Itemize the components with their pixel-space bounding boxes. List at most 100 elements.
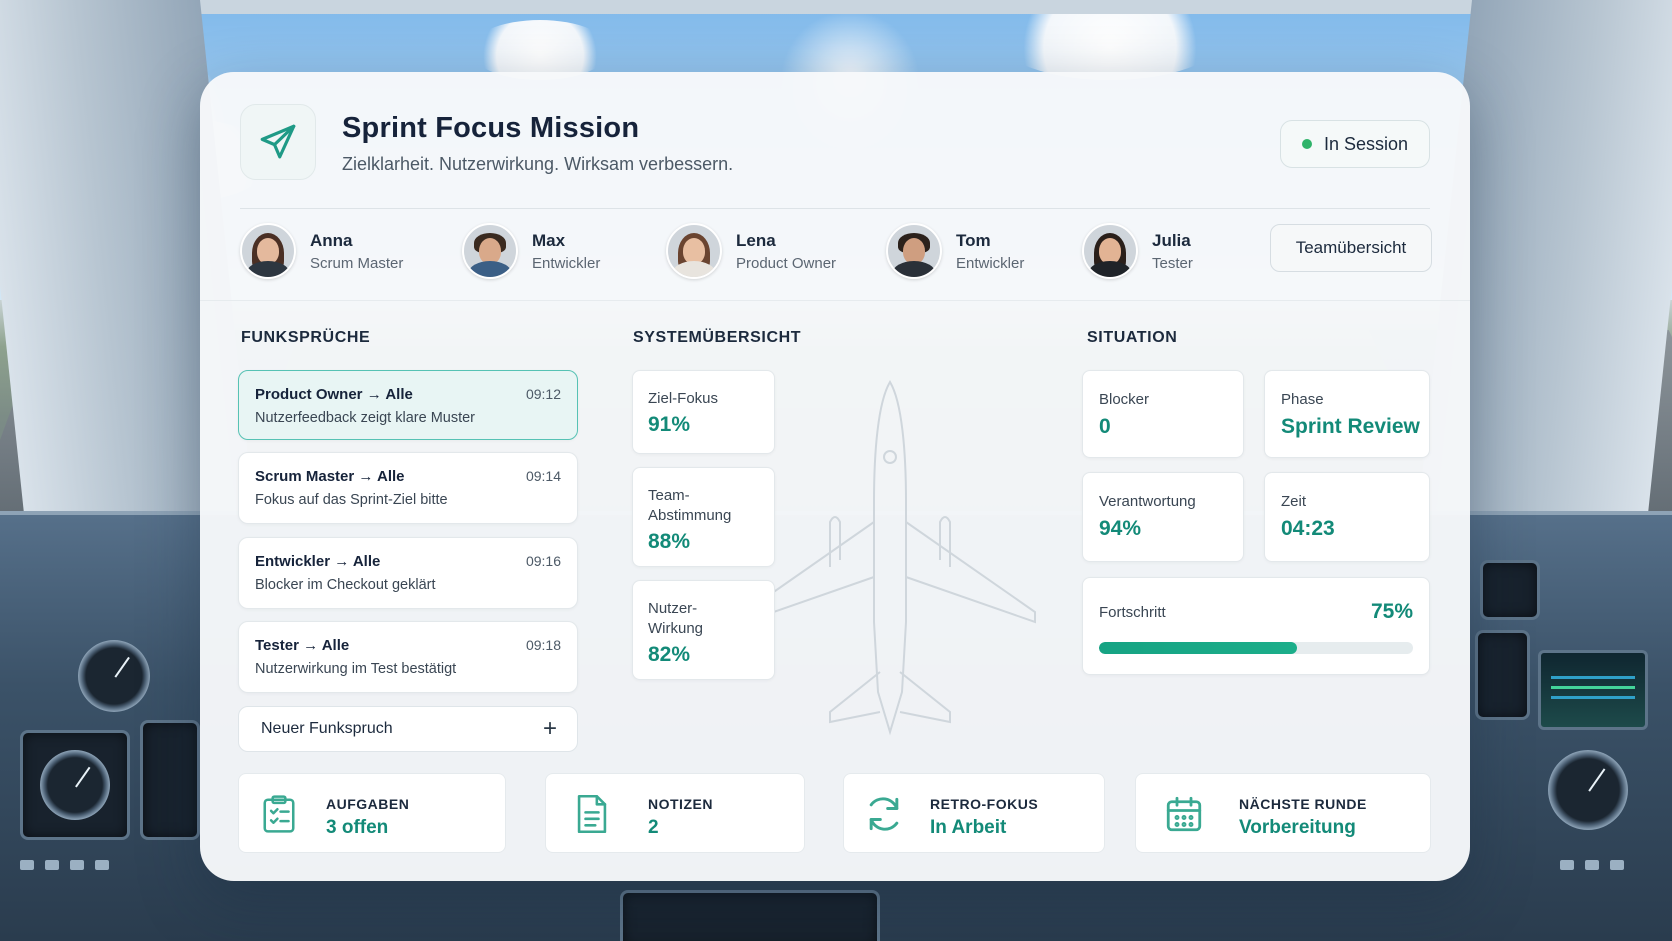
progress-card[interactable]: Fortschritt 75% (1082, 577, 1430, 675)
avatar (1082, 223, 1138, 279)
message-header: Scrum Master → Alle (255, 468, 405, 485)
avatar (886, 223, 942, 279)
metric-value: 88% (648, 530, 691, 553)
radio-message[interactable]: Tester → Alle 09:18 Nutzerwirkung im Tes… (238, 621, 578, 693)
new-message-button[interactable]: Neuer Funkspruch + (238, 706, 578, 752)
metric-card-ziel-fokus[interactable]: Ziel-Fokus 91% (632, 370, 775, 454)
team-member-max[interactable]: Max Entwickler (462, 223, 600, 279)
arrow-icon: → (303, 637, 319, 654)
situation-label: Blocker (1099, 391, 1150, 408)
plus-icon: + (542, 715, 557, 742)
radio-message[interactable]: Scrum Master → Alle 09:14 Fokus auf das … (238, 452, 578, 524)
member-name: Lena (736, 230, 776, 250)
calendar-icon (1162, 792, 1206, 836)
message-text: Nutzerfeedback zeigt klare Muster (255, 410, 476, 426)
situation-value: 94% (1099, 517, 1142, 540)
tile-value: 2 (648, 817, 659, 838)
message-from: Tester (255, 637, 299, 654)
clipboard-icon (257, 792, 301, 836)
airplane-outline-icon (744, 380, 1036, 736)
tile-aufgaben[interactable]: AUFGABEN 3 offen (238, 773, 506, 853)
metric-card-team-abstimmung[interactable]: Team- Abstimmung 88% (632, 467, 775, 567)
message-to: Alle (321, 637, 350, 654)
message-header: Entwickler → Alle (255, 553, 380, 570)
metric-label: Nutzer- Wirkung (648, 600, 704, 637)
tile-notizen[interactable]: NOTIZEN 2 (545, 773, 805, 853)
message-text: Nutzerwirkung im Test bestätigt (255, 661, 457, 677)
message-header: Product Owner → Alle (255, 386, 413, 403)
tile-label: RETRO-FOKUS (930, 796, 1039, 812)
metric-label: Team- Abstimmung (648, 487, 732, 524)
new-message-label: Neuer Funkspruch (261, 720, 393, 737)
team-member-lena[interactable]: Lena Product Owner (666, 223, 836, 279)
member-name: Julia (1152, 230, 1191, 250)
member-role: Scrum Master (310, 254, 404, 272)
tile-value: 3 offen (326, 817, 389, 838)
tile-value: Vorbereitung (1239, 817, 1356, 838)
message-header: Tester → Alle (255, 637, 349, 654)
refresh-icon (862, 792, 906, 836)
member-role: Product Owner (736, 254, 837, 272)
tile-retro-fokus[interactable]: RETRO-FOKUS In Arbeit (843, 773, 1105, 853)
team-overview-button[interactable]: Teamübersicht (1270, 224, 1432, 272)
mission-panel: Sprint Focus Mission Zielklarheit. Nutze… (200, 72, 1470, 881)
member-name: Anna (310, 230, 353, 250)
situation-card-verantwortung[interactable]: Verantwortung 94% (1082, 472, 1244, 562)
document-icon (570, 792, 614, 836)
section-title-systemuebersicht: SYSTEMÜBERSICHT (633, 329, 802, 346)
situation-label: Zeit (1281, 493, 1307, 510)
tile-label: NOTIZEN (648, 796, 713, 812)
situation-value: 0 (1099, 415, 1111, 438)
progress-bar-fill (1099, 642, 1297, 654)
progress-bar (1099, 642, 1413, 654)
situation-card-phase[interactable]: Phase Sprint Review (1264, 370, 1430, 458)
message-time: 09:16 (525, 553, 561, 569)
message-to: Alle (352, 553, 381, 570)
arrow-icon: → (366, 386, 382, 403)
metric-label: Ziel-Fokus (648, 390, 719, 407)
team-member-anna[interactable]: Anna Scrum Master (240, 223, 403, 279)
team-member-julia[interactable]: Julia Tester (1082, 223, 1193, 279)
page-title: Sprint Focus Mission (342, 112, 640, 144)
situation-card-zeit[interactable]: Zeit 04:23 (1264, 472, 1430, 562)
tile-naechste-runde[interactable]: NÄCHSTE RUNDE Vorbereitung (1135, 773, 1431, 853)
message-text: Fokus auf das Sprint-Ziel bitte (255, 492, 448, 508)
arrow-icon: → (334, 553, 350, 570)
member-name: Max (532, 230, 566, 250)
session-status-badge[interactable]: In Session (1280, 120, 1430, 168)
situation-card-blocker[interactable]: Blocker 0 (1082, 370, 1244, 458)
message-text: Blocker im Checkout geklärt (255, 577, 436, 593)
team-member-tom[interactable]: Tom Entwickler (886, 223, 1024, 279)
member-name: Tom (956, 230, 991, 250)
tile-label: AUFGABEN (326, 796, 410, 812)
message-time: 09:18 (525, 637, 561, 653)
metric-card-nutzer-wirkung[interactable]: Nutzer- Wirkung 82% (632, 580, 775, 680)
radio-message[interactable]: Product Owner → Alle 09:12 Nutzerfeedbac… (238, 370, 578, 440)
member-role: Entwickler (532, 254, 601, 272)
avatar (240, 223, 296, 279)
page-subtitle: Zielklarheit. Nutzerwirkung. Wirksam ver… (342, 154, 734, 174)
section-title-situation: SITUATION (1087, 329, 1178, 346)
message-time: 09:12 (525, 386, 561, 402)
arrow-icon: → (358, 468, 374, 485)
message-to: Alle (377, 468, 405, 485)
message-from: Product Owner (255, 386, 363, 403)
avatar (462, 223, 518, 279)
situation-label: Phase (1281, 391, 1324, 408)
logo (240, 104, 316, 180)
message-from: Entwickler (255, 553, 331, 570)
status-dot-icon (1301, 139, 1312, 149)
paper-plane-icon (260, 124, 296, 159)
member-role: Entwickler (956, 254, 1025, 272)
situation-value: Sprint Review (1281, 415, 1420, 438)
tile-label: NÄCHSTE RUNDE (1239, 796, 1367, 812)
message-from: Scrum Master (255, 468, 355, 485)
tile-value: In Arbeit (930, 817, 1007, 838)
member-role: Tester (1152, 254, 1193, 272)
progress-value: 75% (1370, 600, 1413, 623)
radio-message[interactable]: Entwickler → Alle 09:16 Blocker im Check… (238, 537, 578, 609)
metric-value: 82% (648, 643, 691, 666)
message-time: 09:14 (525, 468, 561, 484)
situation-label: Verantwortung (1099, 493, 1196, 510)
avatar (666, 223, 722, 279)
